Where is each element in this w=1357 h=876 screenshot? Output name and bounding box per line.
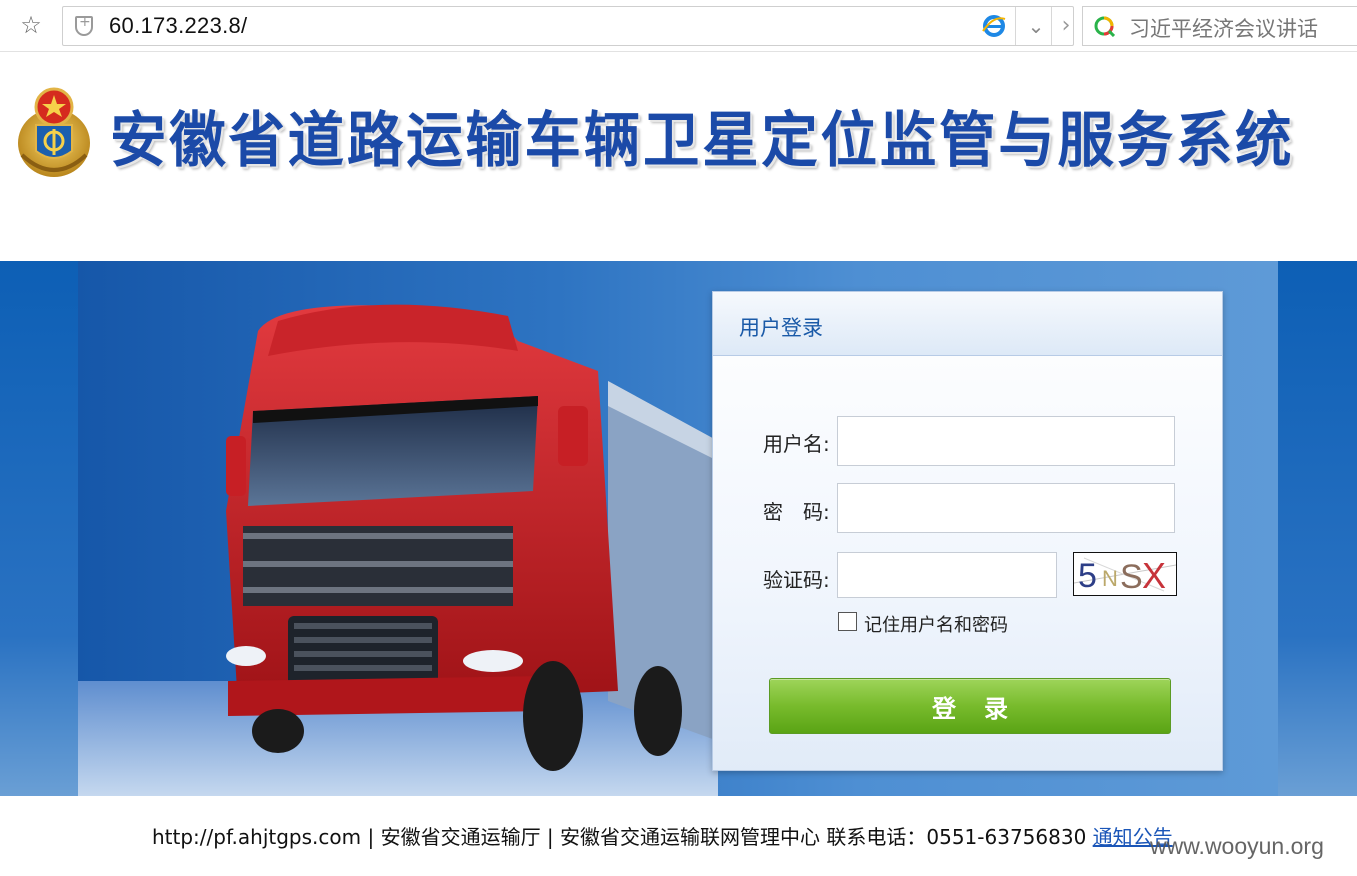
address-url[interactable]: 60.173.223.8/ xyxy=(109,13,247,39)
footer-text: http://pf.ahjtgps.com | 安徽省交通运输厅 | 安徽省交通… xyxy=(152,825,1093,849)
truck-illustration xyxy=(78,304,718,796)
svg-text:S: S xyxy=(1120,558,1143,595)
site-footer: http://pf.ahjtgps.com | 安徽省交通运输厅 | 安徽省交通… xyxy=(152,821,1173,850)
chevron-down-icon[interactable]: ⌄ xyxy=(1023,11,1049,41)
banner-edge xyxy=(0,261,78,796)
divider xyxy=(1015,7,1016,45)
emblem-logo xyxy=(18,87,90,177)
login-title: 用户登录 xyxy=(739,316,823,340)
captcha-input[interactable] xyxy=(837,552,1057,598)
login-button[interactable]: 登录 xyxy=(769,678,1171,734)
svg-text:X: X xyxy=(1142,555,1166,595)
address-bar[interactable]: 60.173.223.8/ ⌄ › xyxy=(62,6,1074,46)
search-engine-icon xyxy=(1094,16,1115,37)
watermark: www.wooyun.org xyxy=(1150,833,1324,859)
svg-text:5: 5 xyxy=(1078,557,1097,595)
browser-toolbar: ☆ 60.173.223.8/ ⌄ › 习近平经济会议讲话 xyxy=(0,0,1357,52)
search-box[interactable]: 习近平经济会议讲话 xyxy=(1082,6,1357,46)
chevron-right-icon[interactable]: › xyxy=(1057,11,1075,41)
ie-compat-icon[interactable] xyxy=(981,13,1007,39)
username-input[interactable] xyxy=(837,416,1175,466)
banner-edge xyxy=(1278,261,1357,796)
username-label: 用户名: xyxy=(763,432,830,456)
remember-label[interactable]: 记住用户名和密码 xyxy=(864,611,1008,637)
security-shield-icon xyxy=(75,14,93,36)
password-input[interactable] xyxy=(837,483,1175,533)
captcha-image[interactable]: 5 N S X xyxy=(1073,552,1177,596)
divider xyxy=(1051,7,1052,45)
svg-text:N: N xyxy=(1102,566,1118,591)
password-label: 密 码: xyxy=(763,500,830,524)
search-placeholder[interactable]: 习近平经济会议讲话 xyxy=(1129,13,1318,43)
site-title: 安徽省道路运输车辆卫星定位监管与服务系统 xyxy=(110,106,1295,176)
captcha-graphic: 5 N S X xyxy=(1073,555,1177,596)
login-panel: 用户登录 用户名: 密 码: 验证码: 5 N S X 记住用户名和密码 登录 xyxy=(712,291,1223,771)
bookmark-star-icon[interactable]: ☆ xyxy=(16,10,46,40)
remember-checkbox[interactable] xyxy=(838,612,857,631)
login-header: 用户登录 xyxy=(713,292,1222,356)
captcha-label: 验证码: xyxy=(763,568,830,592)
